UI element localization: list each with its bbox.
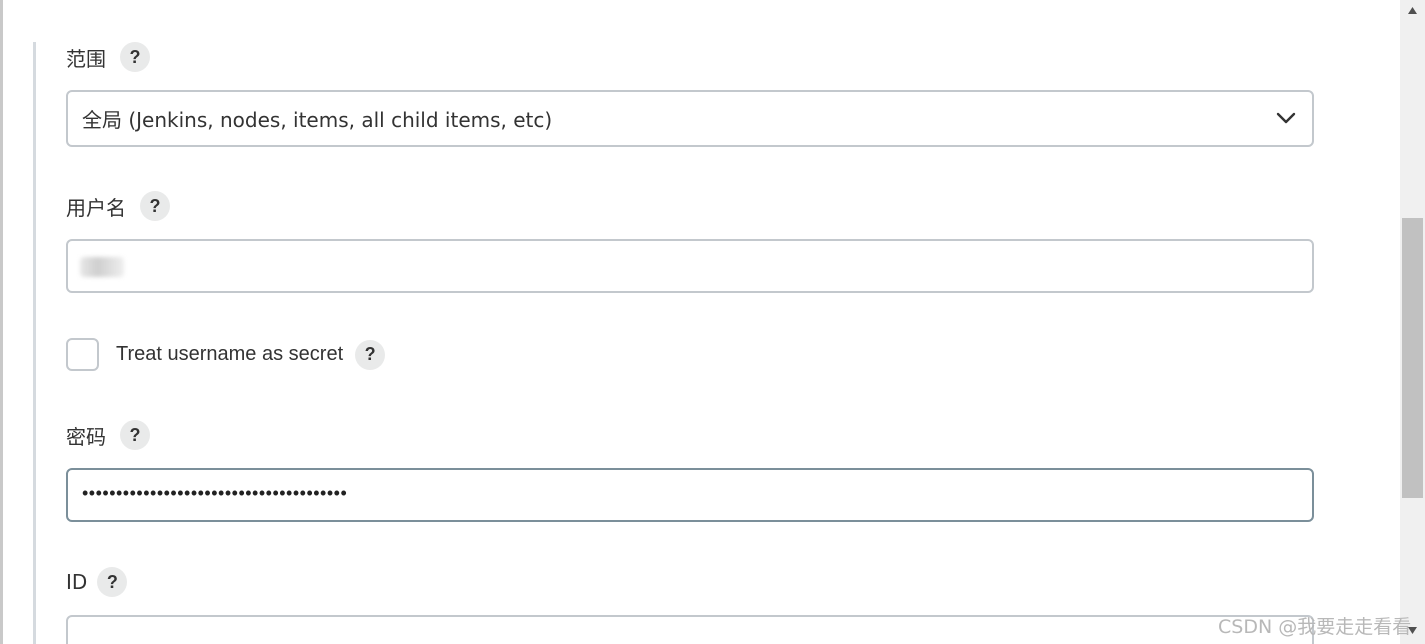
password-masked-value: ••••••••••••••••••••••••••••••••••••••• (82, 483, 348, 503)
scope-select[interactable]: 全局 (Jenkins, nodes, items, all child ite… (66, 90, 1314, 147)
password-input[interactable]: ••••••••••••••••••••••••••••••••••••••• (66, 468, 1314, 522)
id-label: ID (66, 570, 88, 594)
scroll-up-arrow-icon[interactable] (1407, 6, 1418, 15)
treat-username-secret-checkbox[interactable] (66, 338, 99, 371)
id-label-row: ID ? (66, 567, 128, 597)
id-help-icon[interactable]: ? (97, 567, 128, 597)
username-input[interactable] (66, 239, 1314, 293)
treat-username-secret-help-icon[interactable]: ? (355, 339, 386, 370)
id-input[interactable] (66, 615, 1314, 644)
password-help-icon[interactable]: ? (120, 420, 150, 450)
section-indent-rule (33, 42, 36, 644)
redacted-username-blur (80, 257, 124, 277)
csdn-watermark: CSDN @我要走走看看 (1218, 616, 1412, 638)
chevron-down-icon (1276, 112, 1296, 124)
credentials-form-page: 范围 ? 全局 (Jenkins, nodes, items, all chil… (0, 0, 1425, 644)
scope-label-row: 范围 ? (66, 42, 150, 72)
scrollbar-thumb[interactable] (1402, 218, 1423, 498)
scope-label: 范围 (66, 46, 106, 71)
left-edge-divider (0, 0, 3, 644)
username-label: 用户名 (66, 195, 126, 220)
scope-select-value: 全局 (Jenkins, nodes, items, all child ite… (82, 108, 553, 132)
password-label: 密码 (66, 424, 106, 449)
treat-username-secret-row: Treat username as secret ? (66, 338, 386, 371)
treat-username-secret-label[interactable]: Treat username as secret (116, 343, 343, 366)
vertical-scrollbar[interactable] (1400, 0, 1425, 644)
password-label-row: 密码 ? (66, 420, 150, 450)
scope-help-icon[interactable]: ? (120, 42, 150, 72)
username-label-row: 用户名 ? (66, 191, 170, 221)
username-help-icon[interactable]: ? (140, 191, 170, 221)
